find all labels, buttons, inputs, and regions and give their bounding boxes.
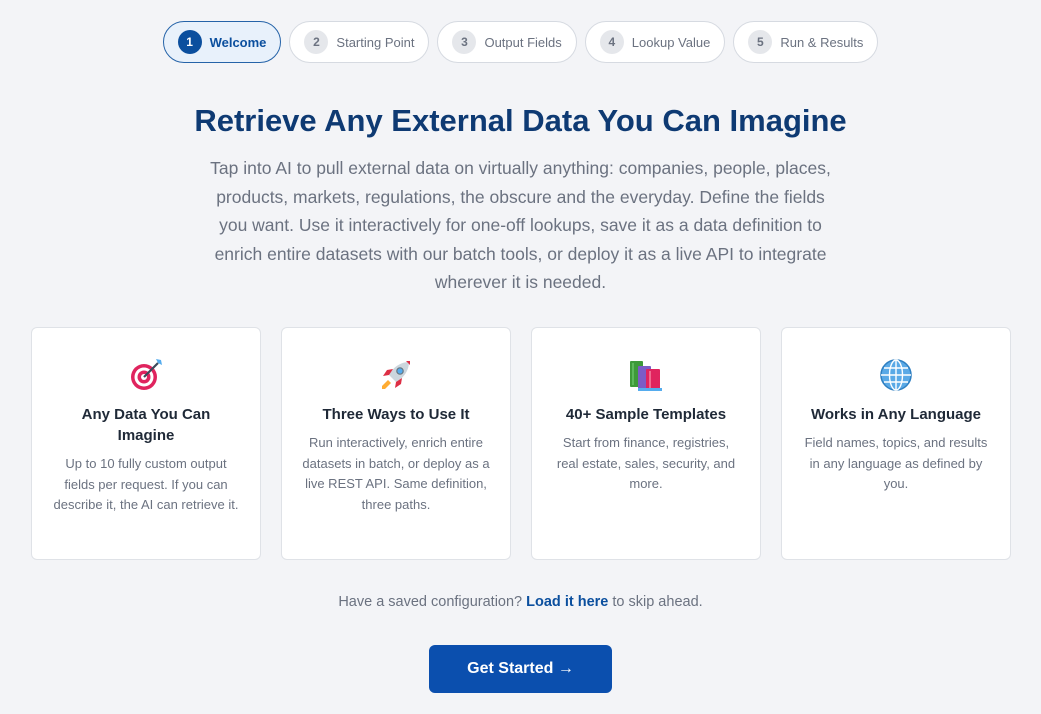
step-number: 5 xyxy=(748,30,773,54)
step-number: 1 xyxy=(177,30,202,54)
step-run-results[interactable]: 5 Run & Results xyxy=(733,21,879,63)
step-starting-point[interactable]: 2 Starting Point xyxy=(289,21,430,63)
saved-config-suffix: to skip ahead. xyxy=(612,594,703,610)
step-lookup-value[interactable]: 4 Lookup Value xyxy=(584,21,726,63)
feature-card-title: Three Ways to Use It xyxy=(322,406,470,423)
step-label: Run & Results xyxy=(780,34,864,50)
step-label: Output Fields xyxy=(484,34,562,50)
load-config-link[interactable]: Load it here xyxy=(526,594,608,610)
step-output-fields[interactable]: 3 Output Fields xyxy=(437,21,577,63)
saved-config-prefix: Have a saved configuration? xyxy=(338,594,523,610)
feature-card: Three Ways to Use It Run interactively, … xyxy=(281,327,511,560)
page-title: Retrieve Any External Data You Can Imagi… xyxy=(194,103,847,138)
target-icon xyxy=(52,358,240,392)
step-number: 2 xyxy=(304,30,329,54)
step-label: Lookup Value xyxy=(631,34,711,50)
globe-icon xyxy=(802,358,990,392)
step-number: 3 xyxy=(452,30,477,54)
feature-card-body: Start from finance, registries, real est… xyxy=(556,435,736,491)
feature-card-body: Field names, topics, and results in any … xyxy=(804,435,988,491)
page-description: Tap into AI to pull external data on vir… xyxy=(210,158,831,292)
step-number: 4 xyxy=(599,30,624,54)
feature-cards: Any Data You Can Imagine Up to 10 fully … xyxy=(31,327,1011,560)
feature-card-title: 40+ Sample Templates xyxy=(565,406,727,423)
books-icon xyxy=(552,358,740,392)
feature-card: Works in Any Language Field names, topic… xyxy=(781,327,1011,560)
step-label: Starting Point xyxy=(336,34,415,50)
get-started-button[interactable]: Get Started → xyxy=(429,645,612,693)
step-welcome[interactable]: 1 Welcome xyxy=(162,21,282,63)
saved-config-prompt: Have a saved configuration? Load it here… xyxy=(0,594,1041,610)
feature-card: Any Data You Can Imagine Up to 10 fully … xyxy=(31,327,261,560)
feature-card-body: Up to 10 fully custom output fields per … xyxy=(53,456,239,512)
wizard-stepper: 1 Welcome 2 Starting Point 3 Output Fiel… xyxy=(0,21,1041,63)
feature-card-title: Works in Any Language xyxy=(810,406,982,423)
feature-card-body: Run interactively, enrich entire dataset… xyxy=(302,435,490,512)
feature-card-title: Any Data You Can Imagine xyxy=(81,406,211,444)
rocket-icon xyxy=(302,358,490,392)
step-label: Welcome xyxy=(209,34,267,50)
feature-card: 40+ Sample Templates Start from finance,… xyxy=(531,327,761,560)
